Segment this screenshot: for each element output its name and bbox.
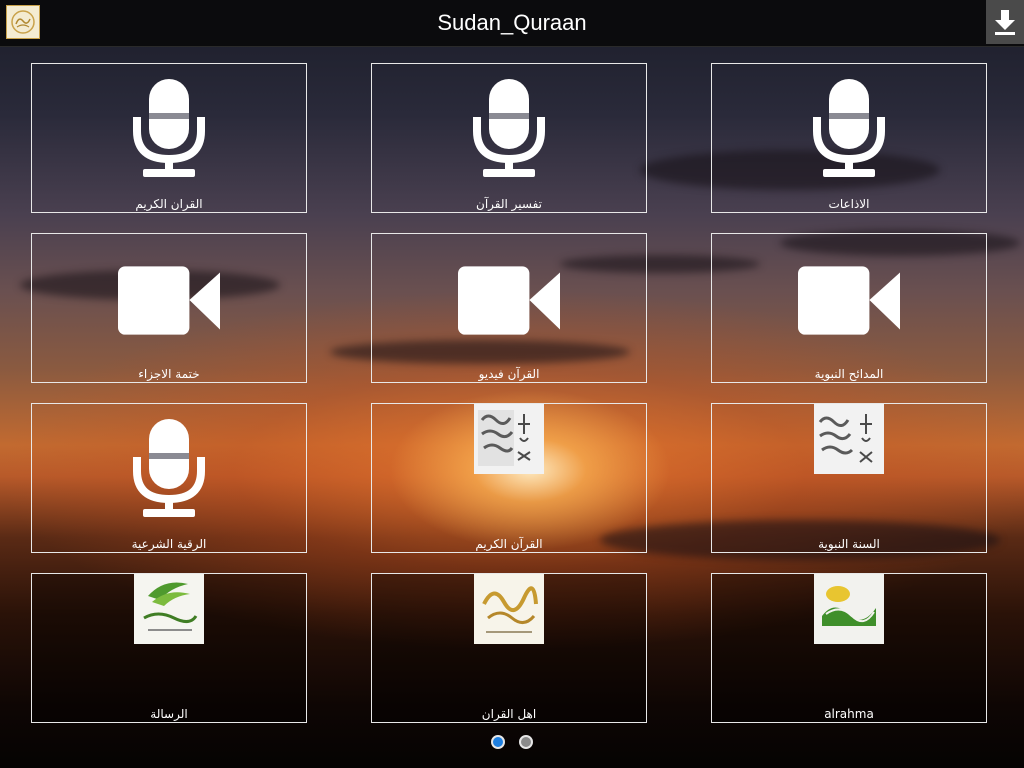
tile-label: السنة النبوية bbox=[818, 537, 880, 551]
microphone-icon bbox=[133, 418, 205, 520]
tile-label: اهل القران bbox=[481, 707, 537, 721]
tile-alresalah[interactable]: الرسالة bbox=[31, 573, 307, 723]
tile-label: تفسير القرآن bbox=[476, 197, 542, 211]
page-dot-1[interactable] bbox=[491, 735, 505, 749]
tile-madaih[interactable]: المدائح النبوية bbox=[711, 233, 987, 383]
download-button[interactable] bbox=[986, 0, 1024, 44]
video-camera-icon bbox=[118, 266, 220, 335]
microphone-icon bbox=[813, 78, 885, 180]
microphone-icon bbox=[133, 78, 205, 180]
tile-label: المدائح النبوية bbox=[814, 367, 884, 381]
tile-radio-stations[interactable]: الاذاعات bbox=[711, 63, 987, 213]
tile-quran-video[interactable]: القرآن فيديو bbox=[371, 233, 647, 383]
tile-sunnah-channel[interactable]: السنة النبوية bbox=[711, 403, 987, 553]
ahl-alquran-channel-logo bbox=[474, 574, 544, 644]
tile-label: ختمة الاجزاء bbox=[138, 367, 200, 381]
tile-label: الاذاعات bbox=[828, 197, 870, 211]
tile-quran-audio[interactable]: القران الكريم bbox=[31, 63, 307, 213]
alrahma-channel-logo bbox=[814, 574, 884, 644]
tile-ruqyah[interactable]: الرقية الشرعية bbox=[31, 403, 307, 553]
page-dot-2[interactable] bbox=[519, 735, 533, 749]
microphone-icon bbox=[473, 78, 545, 180]
video-camera-icon bbox=[458, 266, 560, 335]
tile-label: القرآن فيديو bbox=[478, 367, 540, 381]
quran-channel-logo bbox=[474, 404, 544, 474]
tile-label: alrahma bbox=[824, 707, 874, 721]
download-icon bbox=[995, 10, 1015, 35]
page-title: Sudan_Quraan bbox=[437, 10, 587, 35]
tile-label: القرآن الكريم bbox=[475, 537, 543, 551]
top-bar: Sudan_Quraan bbox=[0, 0, 1024, 47]
sunnah-channel-logo bbox=[814, 404, 884, 474]
alresalah-channel-logo bbox=[134, 574, 204, 644]
tile-alrahma[interactable]: alrahma bbox=[711, 573, 987, 723]
tile-label: الرقية الشرعية bbox=[131, 537, 207, 551]
video-camera-icon bbox=[798, 266, 900, 335]
tile-khatma[interactable]: ختمة الاجزاء bbox=[31, 233, 307, 383]
tile-ahl-alquran[interactable]: اهل القران bbox=[371, 573, 647, 723]
tile-quran-channel[interactable]: القرآن الكريم bbox=[371, 403, 647, 553]
tile-label: الرسالة bbox=[150, 707, 188, 721]
tile-label: القران الكريم bbox=[135, 197, 203, 211]
tile-tafsir[interactable]: تفسير القرآن bbox=[371, 63, 647, 213]
